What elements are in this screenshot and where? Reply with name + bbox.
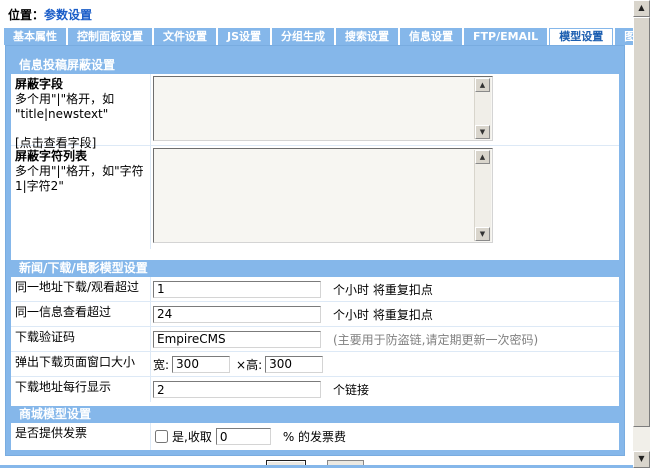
shield-fields-label-cell: 屏蔽字段 多个用"|"格开，如 "title|newstext" [点击查看字段… [11,74,151,145]
tab-group-generate[interactable]: 分组生成 [272,28,334,45]
table-row: 弹出下载页面窗口大小 宽: ×高: [11,352,619,377]
same-address-input[interactable] [153,281,321,298]
tab-control-panel[interactable]: 控制面板设置 [68,28,152,45]
links-per-line-label: 下载地址每行显示 [11,377,151,402]
window-scrollbar[interactable]: ▲ ▼ [633,0,650,468]
invoice-fee-input[interactable] [216,428,271,445]
popup-height-input[interactable] [265,356,323,373]
scroll-down-icon[interactable]: ▼ [475,125,490,139]
shield-settings-table: 屏蔽字段 多个用"|"格开，如 "title|newstext" [点击查看字段… [11,74,619,249]
invoice-checkbox-label: 是,收取 [172,428,212,445]
popup-window-size-field-cell: 宽: ×高: [151,352,619,376]
same-address-label: 同一地址下载/观看超过 [11,277,151,301]
same-info-input[interactable] [153,306,321,323]
tab-file[interactable]: 文件设置 [154,28,216,45]
tab-info[interactable]: 信息设置 [400,28,462,45]
tab-bar: 基本属性 控制面板设置 文件设置 JS设置 分组生成 搜索设置 信息设置 FTP… [4,28,650,45]
section-header-submission-shield: 信息投稿屏蔽设置 [11,57,619,74]
same-info-suffix: 个小时 将重复扣点 [333,306,433,323]
section-header-mall-settings: 商城模型设置 [11,406,619,423]
shield-fields-field-cell: ▲ ▼ [151,74,619,145]
shield-chars-label: 屏蔽字符列表 [15,149,146,164]
same-address-suffix: 个小时 将重复扣点 [333,281,433,298]
breadcrumb-link[interactable]: 参数设置 [44,8,92,22]
table-row: 是否提供发票 是,收取 % 的发票费 [11,423,619,450]
tab-js[interactable]: JS设置 [218,28,270,45]
popup-width-input[interactable] [172,356,230,373]
download-code-field-cell: (主要用于防盗链,请定期更新一次密码) [151,327,619,351]
table-row: 同一地址下载/观看超过 个小时 将重复扣点 [11,277,619,302]
scroll-up-icon[interactable]: ▲ [475,150,490,164]
table-row: 下载地址每行显示 个链接 [11,377,619,402]
settings-panel: 信息投稿屏蔽设置 屏蔽字段 多个用"|"格开，如 "title|newstext… [5,45,625,456]
invoice-checkbox[interactable] [155,430,168,443]
screen: 位置：参数设置 基本属性 控制面板设置 文件设置 JS设置 分组生成 搜索设置 … [0,0,650,468]
breadcrumb-label: 位置： [8,8,44,22]
breadcrumb: 位置：参数设置 [0,0,650,28]
section-header-model-settings: 新闻/下载/电影模型设置 [11,260,619,277]
scroll-up-icon[interactable]: ▲ [475,78,490,92]
shield-fields-textarea[interactable]: ▲ ▼ [153,76,493,141]
scrollbar-thumb[interactable] [633,17,650,427]
shield-chars-textarea[interactable]: ▲ ▼ [153,148,493,243]
shield-chars-desc: 多个用"|"格开，如"字符1|字符2" [15,164,146,194]
textarea-scrollbar[interactable]: ▲ ▼ [474,78,491,139]
width-label: 宽: [153,356,169,373]
invoice-label: 是否提供发票 [11,423,151,450]
tab-basic-properties[interactable]: 基本属性 [4,28,66,45]
model-settings-table: 同一地址下载/观看超过 个小时 将重复扣点 同一信息查看超过 个小时 将重复扣点… [11,277,619,402]
scrollbar-up-icon[interactable]: ▲ [633,0,650,17]
links-per-line-input[interactable] [153,381,321,398]
download-code-note: (主要用于防盗链,请定期更新一次密码) [333,331,538,348]
popup-window-size-label: 弹出下载页面窗口大小 [11,352,151,376]
same-info-field-cell: 个小时 将重复扣点 [151,302,619,326]
table-row: 屏蔽字符列表 多个用"|"格开，如"字符1|字符2" ▲ ▼ [11,146,619,249]
spacer [11,249,619,260]
same-address-field-cell: 个小时 将重复扣点 [151,277,619,301]
tab-ftp-email[interactable]: FTP/EMAIL [464,28,547,45]
tab-search[interactable]: 搜索设置 [336,28,398,45]
scrollbar-down-icon[interactable]: ▼ [633,451,650,468]
table-row: 同一信息查看超过 个小时 将重复扣点 [11,302,619,327]
invoice-field-cell: 是,收取 % 的发票费 [151,423,619,450]
download-code-input[interactable] [153,331,321,348]
download-code-label: 下载验证码 [11,327,151,351]
invoice-fee-suffix: % 的发票费 [283,428,346,445]
links-per-line-suffix: 个链接 [333,381,369,398]
shield-chars-label-cell: 屏蔽字符列表 多个用"|"格开，如"字符1|字符2" [11,146,151,249]
shield-fields-label: 屏蔽字段 [15,77,146,92]
tab-model[interactable]: 模型设置 [549,28,613,45]
links-per-line-field-cell: 个链接 [151,377,619,402]
table-row: 屏蔽字段 多个用"|"格开，如 "title|newstext" [点击查看字段… [11,74,619,146]
height-label: ×高: [236,356,262,373]
textarea-scrollbar[interactable]: ▲ ▼ [474,150,491,241]
shield-chars-field-cell: ▲ ▼ [151,146,619,249]
same-info-label: 同一信息查看超过 [11,302,151,326]
table-row: 下载验证码 (主要用于防盗链,请定期更新一次密码) [11,327,619,352]
shield-fields-desc: 多个用"|"格开，如 "title|newstext" [15,92,146,122]
scroll-down-icon[interactable]: ▼ [475,227,490,241]
mall-settings-table: 是否提供发票 是,收取 % 的发票费 [11,423,619,450]
